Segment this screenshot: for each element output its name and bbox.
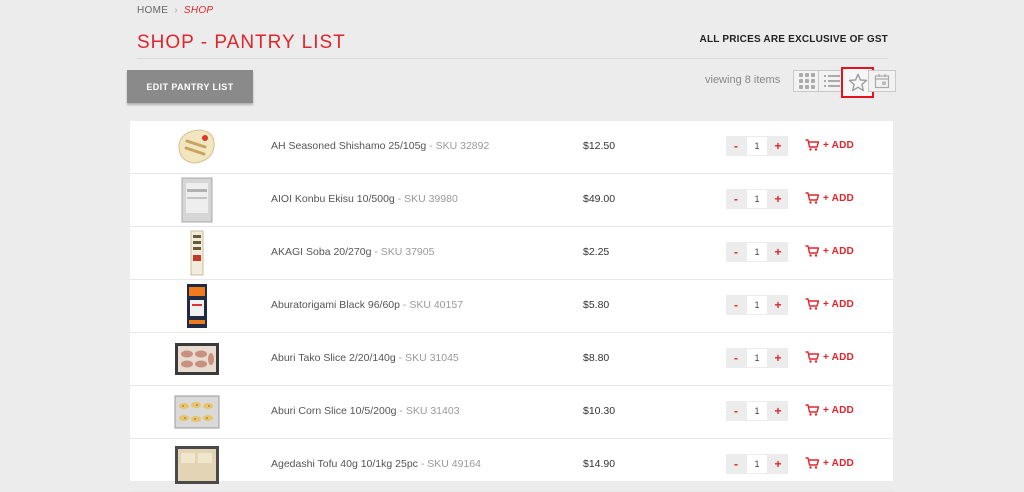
increase-quantity-button[interactable]: +	[768, 242, 788, 262]
cart-icon	[805, 139, 819, 151]
cart-icon	[805, 404, 819, 416]
product-name[interactable]: Aburi Corn Slice 10/5/200g - SKU 31403	[271, 405, 460, 417]
product-price: $10.30	[583, 405, 616, 417]
quantity-stepper: - +	[726, 136, 788, 156]
increase-quantity-button[interactable]: +	[768, 348, 788, 368]
product-price: $14.90	[583, 458, 616, 470]
product-thumbnail	[175, 446, 219, 484]
breadcrumb-current: SHOP	[183, 5, 214, 16]
add-to-cart-button[interactable]: + ADD	[805, 245, 854, 257]
product-row: AH Seasoned Shishamo 25/105g - SKU 32892…	[130, 121, 893, 174]
increase-quantity-button[interactable]: +	[768, 189, 788, 209]
product-name[interactable]: AH Seasoned Shishamo 25/105g - SKU 32892	[271, 140, 489, 152]
product-price: $12.50	[583, 140, 616, 152]
decrease-quantity-button[interactable]: -	[726, 454, 746, 474]
list-icon	[824, 75, 840, 87]
add-to-cart-button[interactable]: + ADD	[805, 192, 854, 204]
increase-quantity-button[interactable]: +	[768, 295, 788, 315]
decrease-quantity-button[interactable]: -	[726, 242, 746, 262]
grid-icon	[799, 73, 815, 89]
add-label: + ADD	[823, 245, 854, 257]
cart-icon	[805, 351, 819, 363]
page-title: SHOP - PANTRY LIST	[137, 32, 346, 53]
decrease-quantity-button[interactable]: -	[726, 295, 746, 315]
product-row: Aburi Tako Slice 2/20/140g - SKU 31045 $…	[130, 333, 893, 386]
product-thumbnail	[174, 395, 220, 429]
increase-quantity-button[interactable]: +	[768, 136, 788, 156]
quantity-input[interactable]	[746, 242, 768, 262]
product-sku: - SKU 37905	[374, 246, 435, 258]
add-label: + ADD	[823, 457, 854, 469]
decrease-quantity-button[interactable]: -	[726, 136, 746, 156]
cart-icon	[805, 192, 819, 204]
add-label: + ADD	[823, 192, 854, 204]
product-name[interactable]: AIOI Konbu Ekisu 10/500g - SKU 39980	[271, 193, 458, 205]
product-sku: - SKU 49164	[420, 458, 481, 470]
product-price: $8.80	[583, 352, 610, 364]
product-price: $49.00	[583, 193, 616, 205]
product-row: AKAGI Soba 20/270g - SKU 37905 $2.25 - +…	[130, 227, 893, 280]
product-name[interactable]: Aburi Tako Slice 2/20/140g - SKU 31045	[271, 352, 459, 364]
product-sku: - SKU 32892	[429, 140, 490, 152]
product-name[interactable]: Agedashi Tofu 40g 10/1kg 25pc - SKU 4916…	[271, 458, 481, 470]
add-label: + ADD	[823, 298, 854, 310]
calendar-view-button[interactable]	[868, 70, 896, 92]
add-to-cart-button[interactable]: + ADD	[805, 298, 854, 310]
product-name[interactable]: AKAGI Soba 20/270g - SKU 37905	[271, 246, 434, 258]
grid-view-button[interactable]	[793, 70, 821, 92]
star-icon	[848, 73, 867, 92]
quantity-stepper: - +	[726, 348, 788, 368]
product-sku: - SKU 31403	[399, 405, 460, 417]
add-label: + ADD	[823, 351, 854, 363]
quantity-input[interactable]	[746, 401, 768, 421]
decrease-quantity-button[interactable]: -	[726, 189, 746, 209]
product-thumbnail	[175, 343, 219, 375]
title-divider	[137, 58, 888, 59]
product-thumbnail	[178, 129, 215, 164]
item-count: viewing 8 items	[705, 74, 781, 86]
add-to-cart-button[interactable]: + ADD	[805, 139, 854, 151]
quantity-stepper: - +	[726, 242, 788, 262]
product-row: AIOI Konbu Ekisu 10/500g - SKU 39980 $49…	[130, 174, 893, 227]
quantity-stepper: - +	[726, 401, 788, 421]
quantity-input[interactable]	[746, 454, 768, 474]
edit-pantry-list-button[interactable]: EDIT PANTRY LIST	[127, 70, 253, 103]
calendar-icon	[874, 74, 890, 89]
quantity-input[interactable]	[746, 136, 768, 156]
quantity-input[interactable]	[746, 295, 768, 315]
product-sku: - SKU 40157	[402, 299, 464, 311]
product-sku: - SKU 39980	[397, 193, 458, 205]
gst-notice: ALL PRICES ARE EXCLUSIVE OF GST	[699, 34, 888, 45]
cart-icon	[805, 457, 819, 469]
product-price: $5.80	[583, 299, 610, 311]
product-thumbnail	[190, 230, 204, 276]
pantry-list: AH Seasoned Shishamo 25/105g - SKU 32892…	[130, 121, 893, 492]
add-to-cart-button[interactable]: + ADD	[805, 457, 854, 469]
add-label: + ADD	[823, 404, 854, 416]
increase-quantity-button[interactable]: +	[768, 401, 788, 421]
breadcrumb-home-link[interactable]: HOME	[137, 5, 168, 16]
product-price: $2.25	[583, 246, 610, 258]
product-row: Aburi Corn Slice 10/5/200g - SKU 31403 $…	[130, 386, 893, 439]
cart-icon	[805, 245, 819, 257]
quantity-stepper: - +	[726, 454, 788, 474]
quantity-input[interactable]	[746, 348, 768, 368]
decrease-quantity-button[interactable]: -	[726, 401, 746, 421]
product-row: Aburatorigami Black 96/60p - SKU 40157 $…	[130, 280, 893, 333]
quantity-stepper: - +	[726, 189, 788, 209]
quantity-stepper: - +	[726, 295, 788, 315]
quantity-input[interactable]	[746, 189, 768, 209]
product-thumbnail	[187, 284, 207, 328]
decrease-quantity-button[interactable]: -	[726, 348, 746, 368]
add-to-cart-button[interactable]: + ADD	[805, 404, 854, 416]
add-label: + ADD	[823, 139, 854, 151]
add-to-cart-button[interactable]: + ADD	[805, 351, 854, 363]
cart-icon	[805, 298, 819, 310]
product-thumbnail	[181, 177, 213, 223]
breadcrumb-separator: ›	[174, 5, 178, 16]
increase-quantity-button[interactable]: +	[768, 454, 788, 474]
product-name[interactable]: Aburatorigami Black 96/60p - SKU 40157	[271, 299, 463, 311]
breadcrumb: HOME › SHOP	[137, 5, 213, 16]
product-sku: - SKU 31045	[398, 352, 459, 364]
